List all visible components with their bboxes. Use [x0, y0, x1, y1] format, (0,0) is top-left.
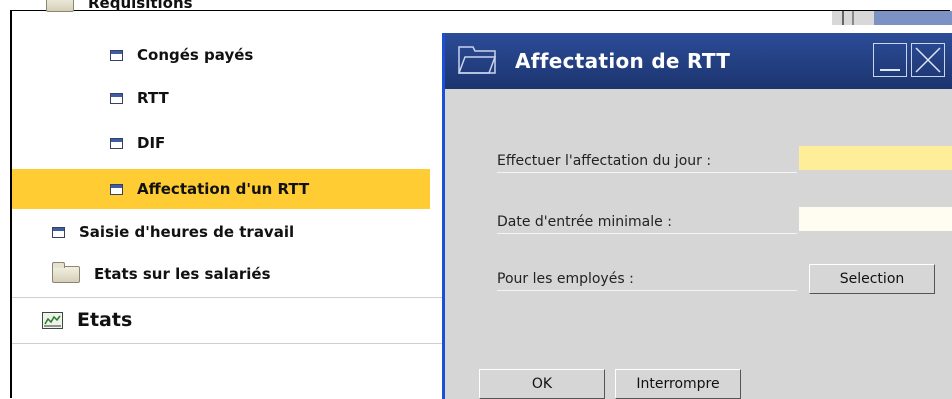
tree-item-label: Congés payés — [137, 46, 254, 64]
cancel-button[interactable]: Interrompre — [615, 369, 741, 399]
ok-button[interactable]: OK — [479, 369, 605, 399]
minimize-button[interactable] — [873, 43, 907, 77]
assign-day-label: Effectuer l'affectation du jour : — [497, 153, 712, 169]
tree-item-label: Etats sur les salariés — [94, 265, 271, 283]
assign-day-input[interactable] — [799, 146, 952, 170]
tree-item-label: Saisie d'heures de travail — [79, 223, 295, 241]
selection-button[interactable]: Selection — [809, 264, 935, 294]
tree-item-label: RTT — [137, 89, 169, 107]
affectation-rtt-dialog: Affectation de RTT Effectuer l'affectati… — [442, 33, 952, 399]
tree-item-label: Réquisitions — [88, 0, 193, 12]
close-icon — [915, 47, 941, 73]
tree-item-label: Affectation d'un RTT — [137, 180, 310, 198]
chart-icon — [42, 311, 63, 329]
tree-item-affectation-rtt[interactable]: Affectation d'un RTT — [12, 169, 430, 209]
form-icon — [110, 49, 123, 61]
field-underline — [497, 290, 797, 291]
folder-icon — [46, 0, 74, 12]
tree-item-requisitions[interactable]: Réquisitions — [46, 0, 950, 22]
window-icon — [457, 43, 497, 77]
tree-item-label: DIF — [137, 134, 166, 152]
form-icon — [110, 183, 123, 195]
tree-item-label: Etats — [77, 309, 133, 331]
dialog-title: Affectation de RTT — [515, 49, 731, 73]
min-entry-date-label: Date d'entrée minimale : — [497, 214, 672, 230]
min-entry-date-input[interactable] — [799, 207, 952, 231]
field-underline — [497, 172, 797, 173]
dialog-titlebar[interactable]: Affectation de RTT — [445, 33, 952, 89]
close-button[interactable] — [911, 43, 945, 77]
employees-label: Pour les employés : — [497, 271, 634, 287]
main-window: Réquisitions Congés payés RTT DIF Affect… — [10, 0, 952, 399]
form-icon — [110, 92, 123, 104]
form-icon — [110, 137, 123, 149]
field-underline — [497, 233, 797, 234]
folder-icon — [52, 261, 80, 283]
form-icon — [52, 226, 65, 238]
